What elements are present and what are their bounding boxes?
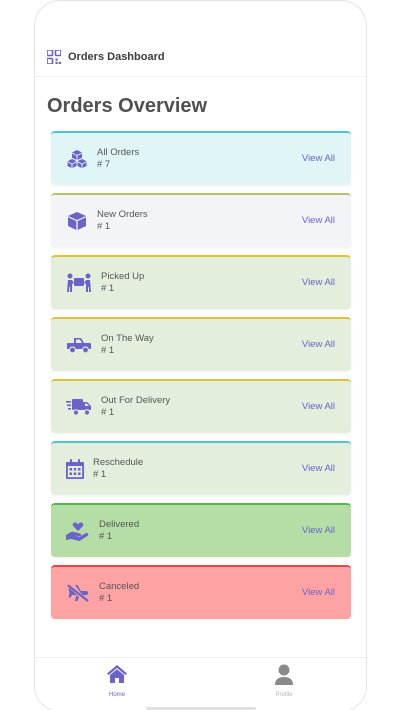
view-all-link[interactable]: View All [302, 215, 335, 226]
page-title: Orders Overview [47, 95, 208, 117]
card-label: New Orders [97, 209, 148, 220]
bottom-tab-bar: Home Profile [35, 657, 366, 710]
card-text: New Orders # 1 [97, 209, 148, 233]
calendar-icon [66, 458, 84, 480]
card-text: Picked Up # 1 [101, 271, 144, 295]
home-icon [87, 664, 147, 686]
card-picked-up[interactable]: Picked Up # 1 View All [51, 255, 351, 309]
card-new-orders[interactable]: New Orders # 1 View All [51, 193, 351, 247]
qr-grid-icon [47, 49, 61, 64]
card-count: # 1 [99, 593, 113, 604]
card-text: On The Way # 1 [101, 333, 154, 357]
boxes-icon [66, 148, 88, 170]
order-cards-list: All Orders # 7 View All New Orders # 1 V… [51, 131, 351, 627]
card-text: Canceled # 1 [99, 581, 139, 605]
card-label: Canceled [99, 581, 140, 592]
truck-pickup-icon [66, 334, 92, 356]
card-text: Reschedule # 1 [93, 457, 143, 481]
card-text: Delivered # 1 [99, 519, 139, 543]
card-label: On The Way [101, 333, 154, 344]
user-icon [254, 664, 314, 686]
card-count: # 1 [101, 345, 115, 356]
tab-profile[interactable]: Profile [254, 664, 314, 698]
people-carry-icon [66, 272, 92, 294]
card-canceled[interactable]: Canceled # 1 View All [51, 565, 351, 619]
card-label: Reschedule [93, 457, 144, 468]
card-label: Picked Up [101, 271, 145, 282]
view-all-link[interactable]: View All [302, 153, 335, 164]
card-count: # 1 [99, 531, 113, 542]
header-title: Orders Dashboard [68, 50, 165, 63]
shipping-fast-icon [66, 396, 92, 418]
card-label: Delivered [99, 519, 140, 530]
hand-holding-heart-icon [66, 520, 90, 542]
view-all-link[interactable]: View All [302, 401, 335, 412]
tab-profile-label: Profile [275, 692, 293, 698]
card-reschedule[interactable]: Reschedule # 1 View All [51, 441, 351, 495]
phone-frame: Orders Dashboard Orders Overview All Ord… [34, 0, 367, 710]
view-all-link[interactable]: View All [302, 525, 335, 536]
card-on-the-way[interactable]: On The Way # 1 View All [51, 317, 351, 371]
card-text: Out For Delivery # 1 [101, 395, 170, 419]
plane-slash-icon [66, 582, 90, 604]
app-header: Orders Dashboard [35, 37, 366, 77]
card-text: All Orders # 7 [97, 147, 139, 171]
card-label: All Orders [97, 147, 140, 158]
card-count: # 1 [101, 407, 115, 418]
card-count: # 1 [93, 469, 107, 480]
card-out-for-delivery[interactable]: Out For Delivery # 1 View All [51, 379, 351, 433]
tab-home-label: Home [108, 692, 125, 698]
card-all-orders[interactable]: All Orders # 7 View All [51, 131, 351, 185]
view-all-link[interactable]: View All [302, 339, 335, 350]
view-all-link[interactable]: View All [302, 463, 335, 474]
view-all-link[interactable]: View All [302, 587, 335, 598]
card-count: # 1 [97, 221, 111, 232]
tab-home[interactable]: Home [87, 664, 147, 698]
box-icon [66, 210, 88, 232]
view-all-link[interactable]: View All [302, 277, 335, 288]
card-count: # 7 [97, 159, 111, 170]
card-count: # 1 [101, 283, 115, 294]
card-delivered[interactable]: Delivered # 1 View All [51, 503, 351, 557]
card-label: Out For Delivery [101, 395, 171, 406]
